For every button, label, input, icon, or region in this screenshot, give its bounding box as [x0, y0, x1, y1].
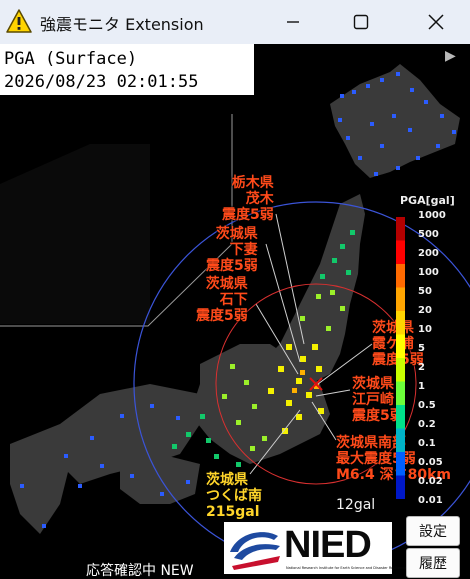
legend-tick-label: 2 [418, 362, 425, 373]
legend-color-step [396, 381, 405, 406]
nied-logo: NIED National Research Institute for Ear… [224, 522, 406, 574]
legend-color-step [396, 475, 405, 499]
monitor-canvas[interactable]: PGA (Surface) 2026/08/23 02:01:55 ▶ 栃木県 … [0, 44, 470, 579]
legend-tick-label: 200 [418, 248, 439, 259]
legend-tick-label: 1000 [418, 210, 446, 221]
callout-pref: 茨城県 [215, 226, 258, 242]
minimize-button[interactable] [270, 0, 316, 44]
close-button[interactable] [413, 0, 459, 44]
legend-tick-label: 0.02 [418, 476, 443, 487]
callout-intensity: 震度5弱 [206, 258, 258, 274]
callout-station: 石下 [219, 292, 248, 308]
close-icon [428, 14, 444, 30]
callout-intensity: 震度5弱 [222, 207, 274, 223]
maximize-icon [353, 14, 369, 30]
gal-value: 12gal [336, 497, 376, 513]
window-title: 強震モニタ Extension [40, 15, 204, 34]
legend-color-step [396, 452, 405, 476]
legend-title: PGA[gal] [400, 194, 455, 207]
legend-tick-label: 5 [418, 343, 425, 354]
logo-text: NIED [284, 524, 372, 566]
history-button[interactable]: 履歴 [406, 548, 460, 578]
timestamp: 2026/08/23 02:01:55 [4, 72, 199, 92]
nied-logo-mark [230, 532, 280, 570]
legend-color-step [396, 311, 405, 335]
legend-tick-label: 0.5 [418, 400, 436, 411]
info-panel: PGA (Surface) 2026/08/23 02:01:55 [0, 44, 254, 95]
legend-color-step [396, 405, 405, 429]
callout-intensity: 震度5弱 [196, 308, 248, 324]
legend-color-step [396, 264, 405, 288]
callout-tsukuba: 茨城県 つくば南 215gal [206, 472, 262, 520]
legend-tick-label: 0.1 [418, 438, 436, 449]
callout-station: 下妻 [229, 242, 258, 258]
callout-station: つくば南 [206, 488, 262, 504]
legend-color-step [396, 217, 405, 241]
callout-pref: 茨城県 [206, 472, 248, 488]
legend-color-step [396, 287, 405, 312]
measurement-type: PGA (Surface) [4, 49, 138, 69]
legend-tick-label: 50 [418, 286, 432, 297]
legend-tick-label: 100 [418, 267, 439, 278]
settings-button[interactable]: 設定 [406, 516, 460, 546]
logo-subtitle: National Research Institute for Earth Sc… [286, 566, 407, 570]
callout-pref: 茨城県 [205, 276, 248, 292]
callout-station: 茂木 [245, 191, 274, 207]
legend-color-step [396, 240, 405, 265]
callout-pref: 栃木県 [231, 175, 274, 191]
minimize-icon [287, 21, 299, 23]
callout-gal: 215gal [206, 504, 260, 520]
legend-color-step [396, 334, 405, 359]
legend-tick-label: 500 [418, 229, 439, 240]
legend-tick-label: 10 [418, 324, 432, 335]
legend-tick-label: 0.01 [418, 495, 443, 506]
legend-tick-label: 0.05 [418, 457, 443, 468]
legend-tick-label: 20 [418, 305, 432, 316]
callout-ibaraki-ishige: 茨城県 石下 震度5弱 [196, 276, 248, 324]
play-icon[interactable]: ▶ [445, 48, 456, 64]
legend-tick-label: 1 [418, 381, 425, 392]
legend-color-step [396, 428, 405, 453]
legend-tick-label: 0.2 [418, 419, 436, 430]
legend-color-step [396, 358, 405, 382]
callout-ibaraki-shimotsuma: 茨城県 下妻 震度5弱 [206, 226, 258, 274]
legend-color-bar [396, 217, 405, 499]
status-text: 応答確認中 NEW [86, 563, 194, 579]
title-bar: 強震モニタ Extension [0, 0, 470, 44]
warning-icon [6, 9, 32, 33]
callout-tochigi-motegi: 栃木県 茂木 震度5弱 [222, 175, 274, 223]
maximize-button[interactable] [338, 0, 384, 44]
